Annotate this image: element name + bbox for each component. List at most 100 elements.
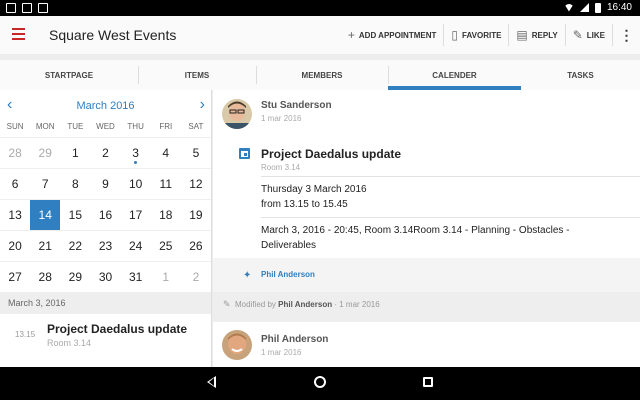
calendar-day[interactable]: 25 [151,231,181,261]
avatar[interactable] [222,330,252,360]
wifi-icon [563,3,574,12]
day-of-week-label: FRI [159,122,173,131]
calendar-day[interactable]: 13 [0,200,30,230]
post-author[interactable]: Stu Sanderson [261,100,332,111]
calendar-day[interactable]: 8 [60,169,90,199]
calendar-pane: ‹ March 2016 › SUN MON TUE WED THU FRI SAT 28 2… [0,90,212,367]
tab-calender[interactable]: CALENDER [388,60,521,90]
day-of-week-label: SAT [188,122,204,131]
back-icon[interactable] [207,376,216,388]
calendar-day[interactable]: 11 [151,169,181,199]
update-when: Thursday 3 March 2016 from 13.15 to 15.4… [261,184,367,210]
calendar-day[interactable]: 26 [181,231,211,261]
calendar-day[interactable]: 18 [151,200,181,230]
battery-icon [594,2,601,13]
tab-startpage[interactable]: STARTPAGE [0,60,138,90]
divider [261,217,640,218]
calendar-week-row: 28 29 1 2 3 4 5 [0,137,211,168]
calendar-day[interactable]: 27 [0,262,30,292]
calendar-day[interactable]: 31 [121,262,151,292]
calendar-day[interactable]: 5 [181,138,211,168]
add-appointment-button[interactable]: + ADD APPOINTMENT [341,24,444,46]
like-button[interactable]: ✎ LIKE [564,24,612,46]
day-of-week-label: THU [127,122,144,131]
agenda-event[interactable]: 13.15 Project Daedalus update Room 3.14 [0,314,211,354]
activity-pane: Stu Sanderson 1 mar 2016 Project Daedalu… [213,90,640,367]
reply-author[interactable]: Phil Anderson [261,334,328,345]
recent-apps-icon[interactable] [423,377,433,387]
calendar-day[interactable]: 4 [151,138,181,168]
action-toolbar: + ADD APPOINTMENT ▯ FAVORITE ▤ REPLY ✎ L… [341,16,640,54]
calendar-day[interactable]: 21 [30,231,60,261]
liked-by-name[interactable]: Phil Anderson [261,270,315,279]
avatar[interactable] [222,99,252,129]
tab-tasks[interactable]: TASKS [521,60,640,90]
calendar-week-row: 13 14 15 16 17 18 19 [0,199,211,230]
day-of-week-label: WED [96,122,115,131]
calendar-day[interactable]: 30 [90,262,120,292]
calendar-day[interactable]: 3 [121,138,151,168]
calendar-week-row: 27 28 29 30 31 1 2 [0,261,211,292]
update-details: March 3, 2016 - 20:45, Room 3.14Room 3.1… [261,225,570,251]
reply-button[interactable]: ▤ REPLY [508,24,564,46]
calendar-day[interactable]: 23 [90,231,120,261]
home-icon[interactable] [314,376,326,388]
signal-icon [579,3,589,12]
app-bar: Square West Events + ADD APPOINTMENT ▯ F… [0,16,640,54]
calendar-icon [239,148,250,159]
calendar-day[interactable]: 17 [121,200,151,230]
post-date: 1 mar 2016 [261,114,302,123]
update-title[interactable]: Project Daedalus update [261,147,401,161]
favorite-button[interactable]: ▯ FAVORITE [443,24,508,46]
tab-items[interactable]: ITEMS [138,60,256,90]
thumbs-up-icon: ✦ [243,270,252,281]
menu-icon[interactable] [12,28,25,40]
calendar-day[interactable]: 12 [181,169,211,199]
calendar-day[interactable]: 28 [30,262,60,292]
next-month-icon[interactable]: › [200,96,205,114]
day-of-week-label: MON [35,122,55,131]
calendar-day[interactable]: 2 [90,138,120,168]
calendar-day[interactable]: 20 [0,231,30,261]
calendar-day[interactable]: 6 [0,169,30,199]
calendar-day[interactable]: 19 [181,200,211,230]
reply-date: 1 mar 2016 [261,348,302,357]
days-of-week: SUN MON TUE WED THU FRI SAT [0,122,211,134]
day-of-week-label: TUE [67,122,84,131]
event-title: Project Daedalus update [47,322,188,336]
post-card: Stu Sanderson 1 mar 2016 Project Daedalu… [213,90,640,258]
calendar-day[interactable]: 7 [30,169,60,199]
calendar-day[interactable]: 10 [121,169,151,199]
likes-row: ✦ Phil Anderson [213,258,640,292]
clock: 16:40 [606,2,632,13]
calendar-day[interactable]: 9 [90,169,120,199]
modified-by-name[interactable]: Phil Anderson [278,300,332,309]
calendar-day[interactable]: 22 [60,231,90,261]
app-title: Square West Events [49,27,177,43]
plus-icon: + [347,28,355,42]
calendar-day[interactable]: 1 [60,138,90,168]
calendar-day[interactable]: 1 [151,262,181,292]
calendar-day[interactable]: 15 [60,200,90,230]
calendar-day[interactable]: 2 [181,262,211,292]
notification-icon [6,3,16,13]
calendar-day[interactable]: 16 [90,200,120,230]
calendar-header: ‹ March 2016 › [0,90,211,122]
tab-members[interactable]: MEMBERS [256,60,388,90]
calendar-week-row: 6 7 8 9 10 11 12 [0,168,211,199]
calendar-day[interactable]: 29 [30,138,60,168]
month-label: March 2016 [76,100,135,112]
calendar-week-row: 20 21 22 23 24 25 26 [0,230,211,261]
divider [261,176,640,177]
day-of-week-label: SUN [6,122,24,131]
calendar-day-selected[interactable]: 14 [30,200,61,230]
notification-icon [22,3,32,13]
agenda-date-header: March 3, 2016 [0,292,211,314]
calendar-day[interactable]: 29 [60,262,90,292]
bookmark-icon: ▯ [451,28,458,42]
calendar-day[interactable]: 24 [121,231,151,261]
update-room: Room 3.14 [261,163,301,172]
overflow-menu-icon[interactable]: ⋮ [612,24,640,46]
tab-bar: STARTPAGE ITEMS MEMBERS CALENDER TASKS [0,60,640,90]
calendar-day[interactable]: 28 [0,138,30,168]
